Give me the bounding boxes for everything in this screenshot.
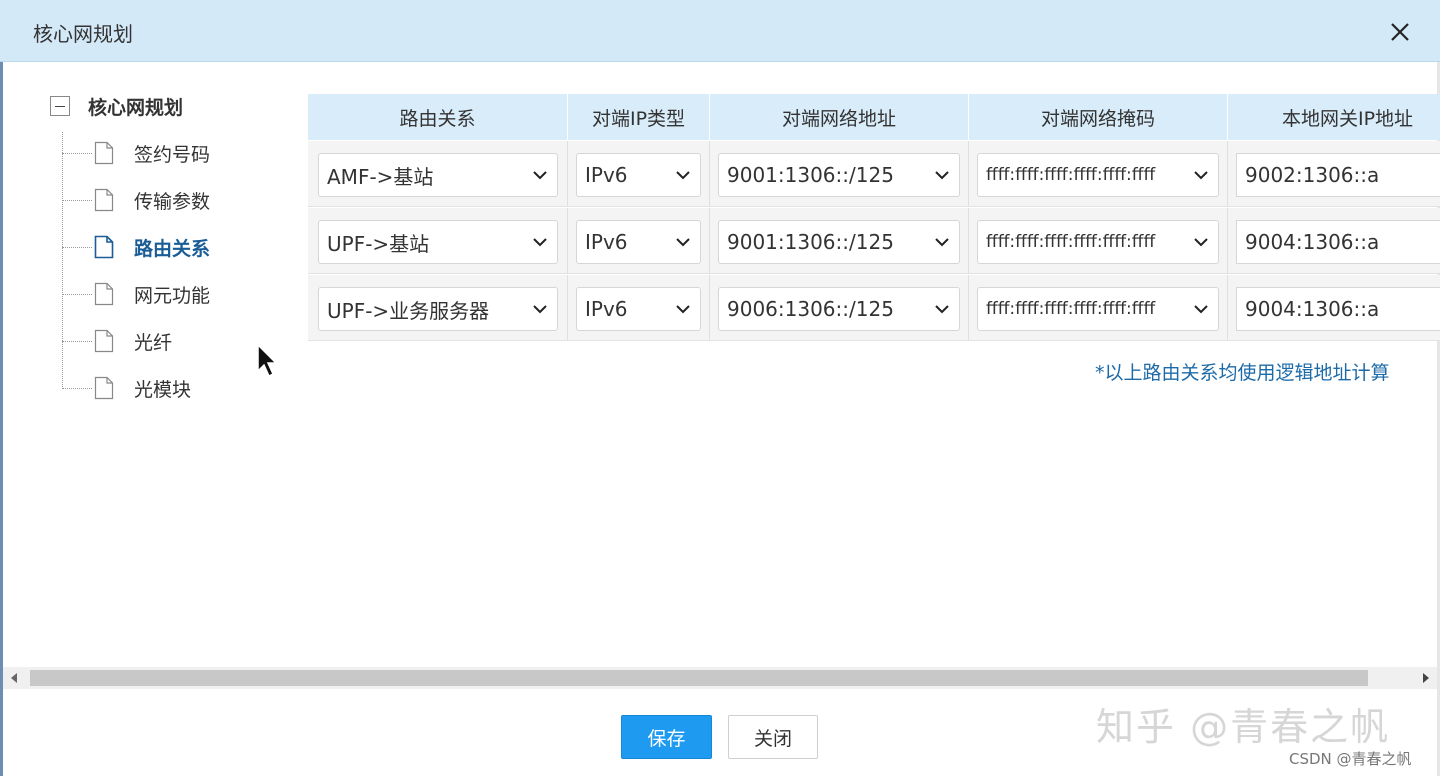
document-icon (94, 141, 114, 165)
chevron-down-icon (1190, 154, 1212, 196)
column-header-net-mask: 对端网络掩码 (969, 94, 1228, 140)
watermark-small: CSDN @青春之帆 (1289, 750, 1412, 768)
chevron-down-icon (1190, 221, 1212, 263)
column-header-net-addr: 对端网络地址 (710, 94, 969, 140)
ip-type-select[interactable]: IPv6 (576, 220, 701, 264)
net-addr-select[interactable]: 9006:1306::/125 (718, 287, 960, 331)
ip-type-select[interactable]: IPv6 (576, 153, 701, 197)
net-addr-select[interactable]: 9001:1306::/125 (718, 220, 960, 264)
document-icon (94, 329, 114, 353)
route-select[interactable]: UPF->基站 (318, 220, 558, 264)
table-row: UPF->业务服务器 IPv6 9006:1306::/125 ffff:fff… (308, 275, 1440, 341)
tree-item-label: 签约号码 (134, 143, 211, 166)
scrollbar-thumb[interactable] (30, 670, 1368, 686)
close-button[interactable]: 关闭 (728, 715, 818, 759)
document-icon (94, 235, 114, 259)
chevron-down-icon (529, 154, 551, 196)
tree-item-label: 光纤 (134, 331, 173, 354)
collapse-icon[interactable] (50, 96, 70, 116)
close-icon[interactable] (1384, 16, 1416, 48)
tree-item-optical-module[interactable]: 光模块 (62, 373, 191, 403)
tree-item-signup-number[interactable]: 签约号码 (62, 138, 210, 168)
tree-item-fiber[interactable]: 光纤 (62, 326, 172, 356)
chevron-down-icon (931, 221, 953, 263)
document-icon (94, 282, 114, 306)
net-mask-select[interactable]: ffff:ffff:ffff:ffff:ffff:ffff (977, 220, 1219, 264)
chevron-down-icon (529, 221, 551, 263)
tree-item-routing[interactable]: 路由关系 (62, 232, 210, 262)
net-addr-select[interactable]: 9001:1306::/125 (718, 153, 960, 197)
tree-item-transport-params[interactable]: 传输参数 (62, 185, 210, 215)
tree-item-label: 网元功能 (134, 284, 211, 307)
route-table: 路由关系 对端IP类型 对端网络地址 对端网络掩码 本地网关IP地址 AMF->… (308, 94, 1440, 346)
dialog-titlebar: 核心网规划 (0, 0, 1440, 62)
chevron-down-icon (672, 288, 694, 330)
chevron-down-icon (931, 288, 953, 330)
net-mask-select[interactable]: ffff:ffff:ffff:ffff:ffff:ffff (977, 153, 1219, 197)
tree-item-label: 路由关系 (134, 237, 211, 260)
tree-item-label: 光模块 (134, 378, 192, 401)
tree-item-ne-function[interactable]: 网元功能 (62, 279, 210, 309)
gateway-input[interactable]: 9002:1306::a (1236, 153, 1440, 197)
scroll-right-icon[interactable] (1415, 667, 1437, 689)
horizontal-scrollbar[interactable] (3, 667, 1437, 689)
route-select[interactable]: AMF->基站 (318, 153, 558, 197)
nav-tree: 核心网规划 签约号码 传输参数 路由关系 网元功能 光纤 光模块 (40, 82, 290, 422)
column-header-route: 路由关系 (308, 94, 568, 140)
chevron-down-icon (672, 221, 694, 263)
document-icon (94, 188, 114, 212)
mouse-cursor-icon (256, 343, 278, 379)
document-icon (94, 376, 114, 400)
table-row: UPF->基站 IPv6 9001:1306::/125 ffff:ffff:f… (308, 208, 1440, 274)
scroll-left-icon[interactable] (3, 667, 25, 689)
tree-item-label: 传输参数 (134, 190, 211, 213)
table-row: AMF->基站 IPv6 9001:1306::/125 ffff:ffff:f… (308, 141, 1440, 207)
ip-type-select[interactable]: IPv6 (576, 287, 701, 331)
chevron-down-icon (672, 154, 694, 196)
gateway-input[interactable]: 9004:1306::a (1236, 287, 1440, 331)
chevron-down-icon (1190, 288, 1212, 330)
gateway-input[interactable]: 9004:1306::a (1236, 220, 1440, 264)
watermark: 知乎 @青春之帆 (1096, 705, 1391, 749)
net-mask-select[interactable]: ffff:ffff:ffff:ffff:ffff:ffff (977, 287, 1219, 331)
column-header-gateway: 本地网关IP地址 (1228, 94, 1440, 140)
window-edge-left (0, 0, 3, 776)
route-select[interactable]: UPF->业务服务器 (318, 287, 558, 331)
save-button[interactable]: 保存 (621, 715, 712, 759)
dialog-title: 核心网规划 (33, 22, 133, 46)
routing-note: *以上路由关系均使用逻辑地址计算 (1095, 362, 1390, 384)
chevron-down-icon (931, 154, 953, 196)
chevron-down-icon (529, 288, 551, 330)
tree-root[interactable]: 核心网规划 (50, 92, 183, 120)
tree-root-label: 核心网规划 (88, 96, 184, 119)
column-header-ip-type: 对端IP类型 (568, 94, 710, 140)
